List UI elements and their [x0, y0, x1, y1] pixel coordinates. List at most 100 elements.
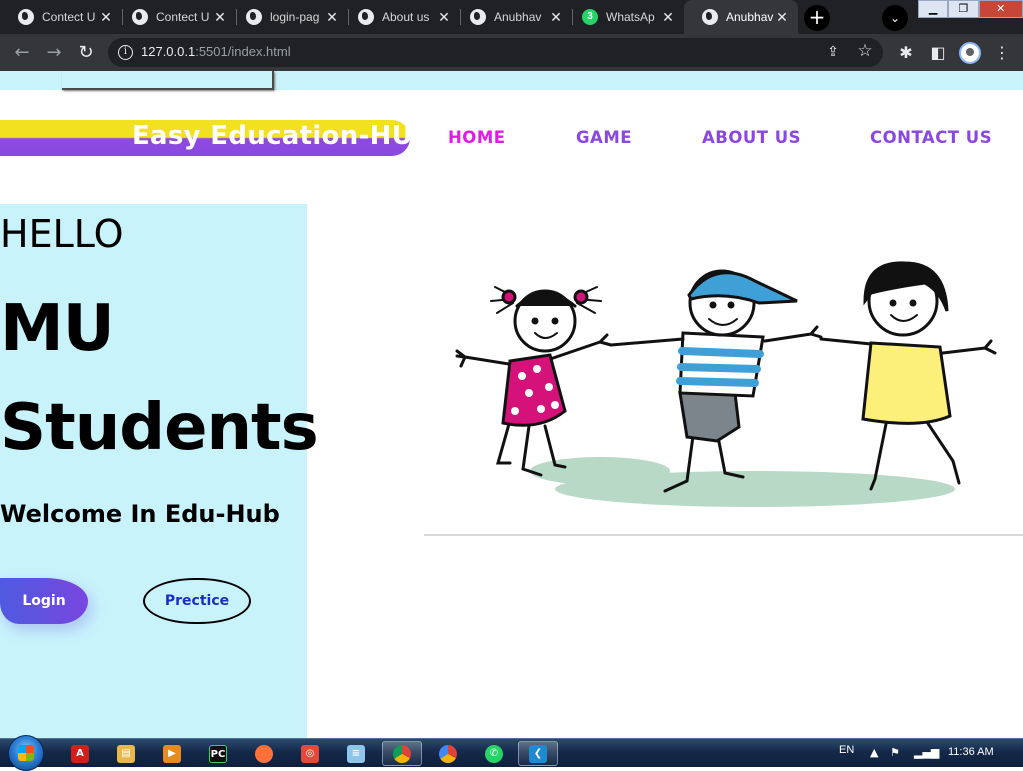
address-bar[interactable]: i 127.0.0.1:5501/index.html ⇪ ☆: [108, 38, 883, 67]
explorer-icon: ▤: [117, 744, 135, 763]
whatsapp-icon: ✆: [485, 744, 503, 763]
hero-divider: [424, 534, 1023, 536]
browser-toolbar: ← → ↻ i 127.0.0.1:5501/index.html ⇪ ☆ ✱ …: [0, 34, 1023, 71]
ground-shadow: [555, 471, 955, 507]
star-icon[interactable]: ☆: [856, 42, 874, 60]
screen-capture-icon: ◎: [301, 744, 319, 763]
globe-icon: [702, 9, 718, 25]
pycharm-icon: PC: [209, 744, 227, 763]
practice-button[interactable]: Prectice: [143, 578, 251, 624]
tab-anubhav-1[interactable]: Anubhav ✕: [452, 0, 572, 34]
taskbar-chrome-alt[interactable]: [428, 741, 468, 766]
tab-contect-us-1[interactable]: Contect U ✕: [0, 0, 122, 34]
pdf-icon: A: [71, 744, 89, 763]
tab-title: About us: [382, 10, 430, 24]
tab-title: Contect U: [156, 10, 210, 24]
reload-button[interactable]: ↻: [74, 41, 98, 65]
tab-about-us[interactable]: About us ✕: [340, 0, 460, 34]
globe-icon: [246, 9, 262, 25]
extensions-icon[interactable]: ✱: [896, 43, 916, 63]
decorative-bar: [62, 71, 274, 90]
tab-title: login-pag: [270, 10, 320, 24]
vscode-icon: ❮: [529, 744, 547, 763]
windows-taskbar: A ▤ ▶ PC ◎ ≡ ✆ ❮ EN ▲ ⚑ ▂▄▆ 11:36 AM: [0, 735, 1023, 771]
taskbar-pycharm[interactable]: PC: [198, 741, 238, 766]
taskbar-vscode[interactable]: ❮: [518, 741, 558, 766]
new-tab-button[interactable]: +: [804, 5, 830, 31]
close-window-button[interactable]: ✕: [978, 0, 1023, 18]
chrome-icon: [393, 744, 411, 763]
url-path: :5501/index.html: [195, 44, 291, 59]
nav-about-us[interactable]: ABOUT US: [702, 128, 801, 147]
hello-heading: HELLO: [0, 212, 124, 256]
minimize-button[interactable]: ▁: [918, 0, 949, 18]
clock[interactable]: 11:36 AM: [948, 746, 994, 758]
media-player-icon: ▶: [163, 744, 181, 763]
notepad-icon: ≡: [347, 744, 365, 763]
page-viewport: Easy Education-HUB HOME GAME ABOUT US CO…: [0, 71, 1023, 738]
close-icon[interactable]: ✕: [436, 9, 452, 25]
taskbar-screen-capture[interactable]: ◎: [290, 741, 330, 766]
globe-icon: [470, 9, 486, 25]
globe-icon: [358, 9, 374, 25]
tab-anubhav-active[interactable]: Anubhav ✕: [684, 0, 798, 34]
tab-whatsapp[interactable]: 3 WhatsAp ✕: [564, 0, 684, 34]
share-icon[interactable]: ⇪: [824, 43, 842, 61]
forward-button[interactable]: →: [42, 41, 66, 65]
browser-tab-strip: Contect U ✕ Contect U ✕ login-pag ✕ Abou…: [0, 0, 1023, 34]
close-icon[interactable]: ✕: [98, 9, 114, 25]
taskbar-whatsapp[interactable]: ✆: [474, 741, 514, 766]
profile-icon[interactable]: [959, 42, 981, 64]
start-button[interactable]: [8, 735, 44, 771]
globe-icon: [132, 9, 148, 25]
hero-line-students: Students: [0, 391, 319, 465]
boy-striped-shirt: [609, 269, 823, 493]
nav-game[interactable]: GAME: [576, 128, 632, 147]
tab-title: Anubhav: [494, 10, 542, 24]
taskbar-explorer[interactable]: ▤: [106, 741, 146, 766]
network-signal-icon[interactable]: ▂▄▆: [914, 746, 939, 759]
close-icon[interactable]: ✕: [212, 9, 228, 25]
taskbar-chrome[interactable]: [382, 741, 422, 766]
tab-contect-us-2[interactable]: Contect U ✕: [114, 0, 236, 34]
url-text[interactable]: 127.0.0.1:5501/index.html: [141, 44, 291, 59]
taskbar-pdf[interactable]: A: [60, 741, 100, 766]
firefox-icon: [255, 744, 273, 763]
url-host: 127.0.0.1: [141, 44, 196, 59]
language-indicator[interactable]: EN: [839, 744, 854, 756]
children-illustration: [455, 261, 997, 507]
maximize-button[interactable]: ❐: [948, 0, 979, 18]
top-strip: [0, 71, 1023, 90]
welcome-text: Welcome In Edu-Hub: [0, 500, 280, 528]
nav-contact-us[interactable]: CONTACT US: [870, 128, 992, 147]
globe-icon: [18, 9, 34, 25]
girl-yellow-dress: [819, 261, 997, 491]
site-logo[interactable]: Easy Education-HUB: [132, 121, 433, 151]
whatsapp-icon: 3: [582, 9, 598, 25]
hero-text-panel: HELLO MU Students Welcome In Edu-Hub Log…: [0, 204, 319, 738]
tab-title: Contect U: [42, 10, 96, 24]
close-icon[interactable]: ✕: [660, 9, 676, 25]
chrome-alt-icon: [439, 744, 457, 763]
site-info-icon[interactable]: i: [118, 45, 133, 60]
show-hidden-icons-icon[interactable]: ▲: [870, 746, 878, 759]
taskbar-firefox[interactable]: [244, 741, 284, 766]
tab-login-page[interactable]: login-pag ✕: [228, 0, 348, 34]
window-controls: ▁ ❐ ✕: [918, 0, 1023, 18]
sidepanel-icon[interactable]: ◧: [928, 43, 948, 63]
tab-search-button[interactable]: ⌄: [882, 5, 908, 31]
menu-icon[interactable]: ⋮: [992, 43, 1012, 63]
back-button[interactable]: ←: [10, 41, 34, 65]
tab-title: Anubhav: [726, 10, 774, 24]
login-button[interactable]: Login: [0, 578, 88, 624]
taskbar-notepad[interactable]: ≡: [336, 741, 376, 766]
girl-pink-dress: [455, 286, 613, 477]
hero-line-mu: MU: [0, 292, 115, 366]
action-center-flag-icon[interactable]: ⚑: [890, 746, 900, 759]
tab-title: WhatsAp: [606, 10, 655, 24]
close-icon[interactable]: ✕: [324, 9, 340, 25]
nav-home[interactable]: HOME: [448, 128, 506, 147]
close-icon[interactable]: ✕: [774, 9, 790, 25]
taskbar-media-player[interactable]: ▶: [152, 741, 192, 766]
close-icon[interactable]: ✕: [548, 9, 564, 25]
